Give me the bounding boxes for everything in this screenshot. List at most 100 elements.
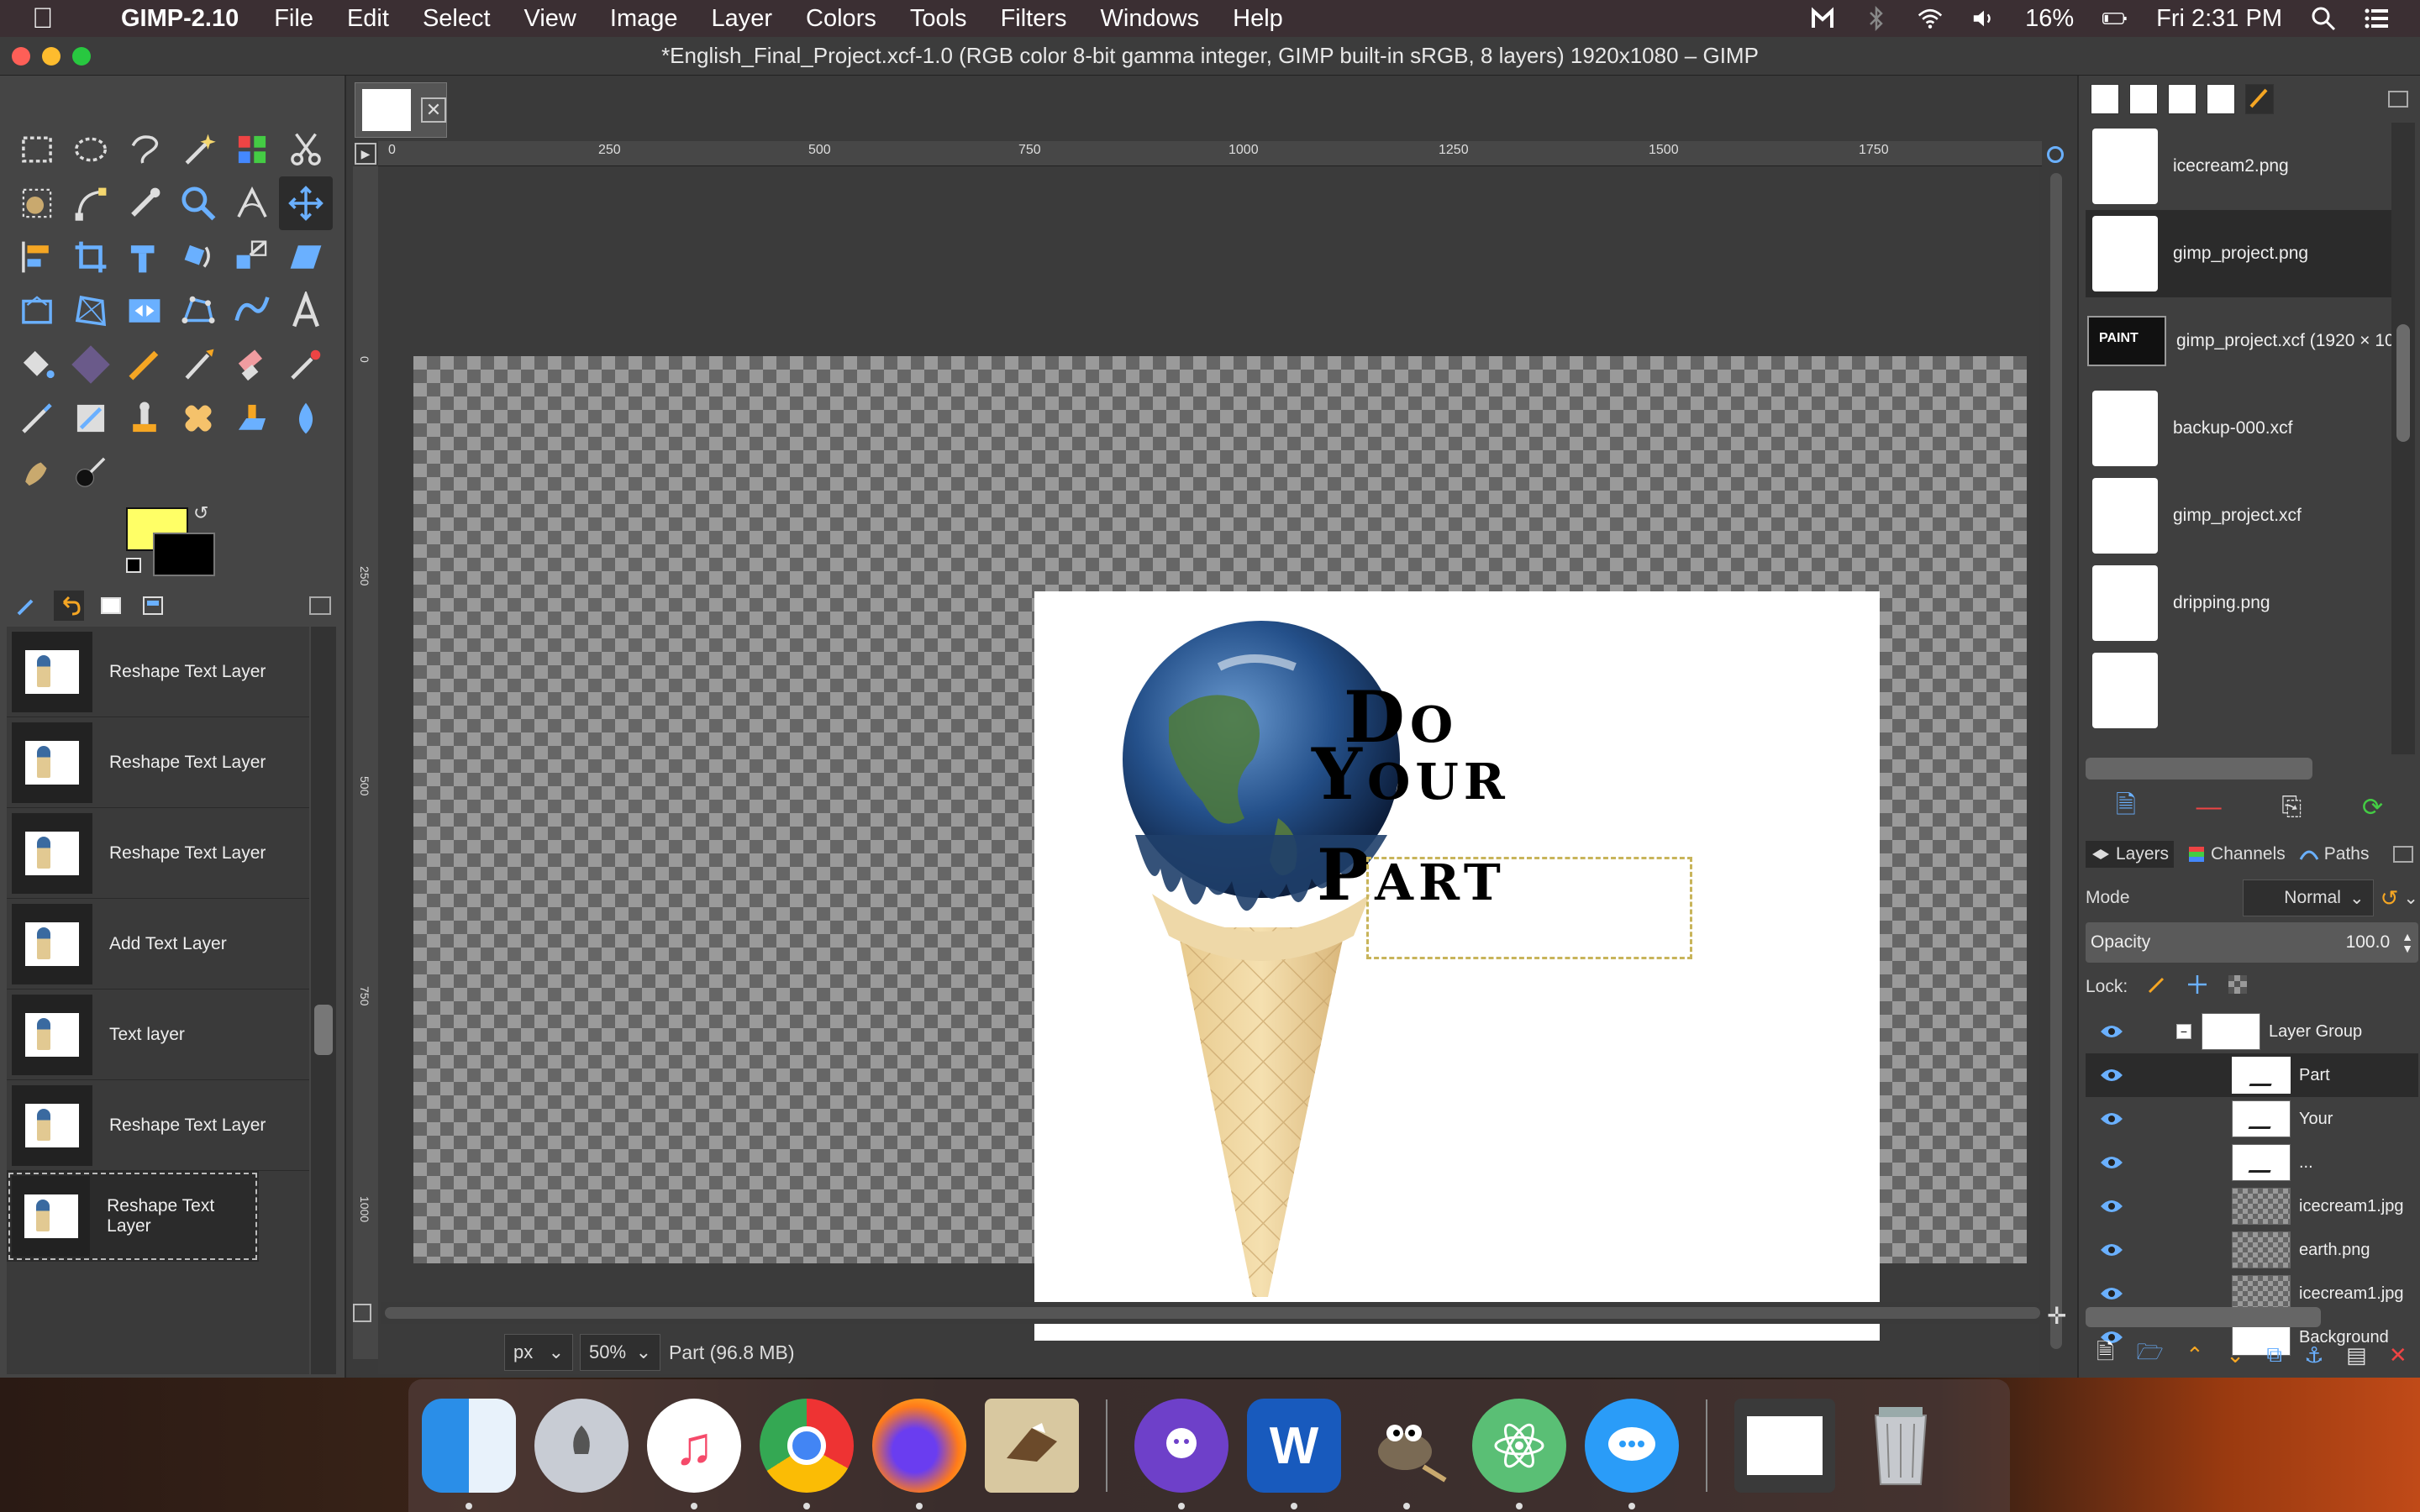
chevron-down-icon[interactable]: ⌄: [2403, 888, 2418, 909]
gradient-tool-icon[interactable]: [64, 338, 118, 391]
undo-list-scrollbar[interactable]: [311, 627, 336, 1374]
image-menu-icon[interactable]: ▶: [355, 143, 376, 165]
ellipse-select-tool-icon[interactable]: [64, 123, 118, 176]
spotlight-search-icon[interactable]: [2311, 6, 2336, 31]
menu-colors[interactable]: Colors: [806, 5, 876, 33]
airbrush-tool-icon[interactable]: [279, 338, 333, 391]
app-menu[interactable]: GIMP-2.10: [121, 5, 239, 33]
paths-tab[interactable]: Paths: [2299, 844, 2369, 864]
navigation-cross-icon[interactable]: ✛: [2047, 1302, 2066, 1330]
menu-edit[interactable]: Edit: [347, 5, 389, 33]
smudge-tool-icon[interactable]: [10, 445, 64, 499]
document-history-item[interactable]: gimp_project.xcf: [2086, 472, 2403, 559]
malwarebytes-icon[interactable]: [1810, 6, 1835, 31]
reset-colors-icon[interactable]: [126, 558, 141, 573]
select-by-color-tool-icon[interactable]: [225, 123, 279, 176]
perspective-clone-tool-icon[interactable]: [225, 391, 279, 445]
channels-tab[interactable]: Channels: [2187, 844, 2286, 864]
wifi-icon[interactable]: [1918, 6, 1943, 31]
github-desktop-icon[interactable]: [1134, 1399, 1228, 1509]
patterns-tab-icon[interactable]: [2129, 84, 2158, 114]
images-tab-icon[interactable]: [96, 591, 126, 621]
atom-icon[interactable]: [1472, 1399, 1566, 1509]
unified-transform-tool-icon[interactable]: [118, 230, 171, 284]
raise-layer-icon[interactable]: ⌃: [2186, 1342, 2204, 1368]
dock-menu-button[interactable]: [2388, 91, 2408, 108]
layers-hscrollbar[interactable]: [2086, 1307, 2321, 1327]
brushes-tab-icon[interactable]: [2091, 84, 2119, 114]
delete-layer-icon[interactable]: ✕: [2389, 1342, 2407, 1368]
bucket-fill-tool-icon[interactable]: [10, 338, 64, 391]
document-history-item[interactable]: gimp_project.xcf (1920 × 10: [2086, 297, 2403, 385]
pencil-tool-icon[interactable]: [118, 338, 171, 391]
eraser-tool-icon[interactable]: [225, 338, 279, 391]
menu-layer[interactable]: Layer: [712, 5, 773, 33]
dock-menu-button[interactable]: [2393, 846, 2413, 863]
undo-history-item[interactable]: Reshape Text Layer: [7, 1080, 309, 1171]
text-tool-icon[interactable]: [279, 284, 333, 338]
document-history-item[interactable]: gimp_project.png: [2086, 210, 2403, 297]
document-list-hscrollbar[interactable]: [2086, 758, 2312, 780]
undo-history-item[interactable]: Reshape Text Layer: [7, 808, 309, 899]
unit-select[interactable]: px ⌄: [504, 1334, 573, 1371]
dock-menu-button[interactable]: [309, 596, 331, 615]
clone-tool-icon[interactable]: [118, 391, 171, 445]
canvas-horizontal-scrollbar[interactable]: [381, 1302, 2042, 1324]
close-image-tab-icon[interactable]: ✕: [421, 97, 446, 123]
collapse-group-icon[interactable]: −: [2176, 1024, 2191, 1039]
spin-arrows-icon[interactable]: ▲ ▼: [2402, 931, 2413, 954]
menu-tools[interactable]: Tools: [910, 5, 967, 33]
visibility-eye-icon[interactable]: [2097, 1110, 2126, 1128]
visibility-eye-icon[interactable]: [2097, 1066, 2126, 1084]
document-history-item[interactable]: [2086, 647, 2403, 734]
foreground-select-tool-icon[interactable]: [10, 176, 64, 230]
mypaint-brush-tool-icon[interactable]: [64, 391, 118, 445]
visibility-eye-icon[interactable]: [2097, 1197, 2126, 1215]
navigate-icon[interactable]: [2047, 146, 2064, 163]
trash-icon[interactable]: [1854, 1399, 1948, 1493]
layer-mode-select[interactable]: Normal ⌄: [2242, 879, 2374, 916]
open-document-icon[interactable]: 🗎: [2116, 786, 2136, 829]
zoom-select[interactable]: 50% ⌄: [580, 1334, 660, 1371]
chrome-icon[interactable]: [760, 1399, 854, 1509]
menubar-clock[interactable]: Fri 2:31 PM: [2156, 5, 2282, 33]
paths-tool-icon[interactable]: [64, 176, 118, 230]
document-list-scrollbar[interactable]: [2391, 123, 2415, 754]
heal-tool-icon[interactable]: [171, 391, 225, 445]
gimp-icon[interactable]: [1360, 1399, 1454, 1509]
undo-history-item-current[interactable]: Reshape Text Layer: [7, 1171, 259, 1262]
rotate-tool-icon[interactable]: [171, 230, 225, 284]
visibility-eye-icon[interactable]: [2097, 1022, 2126, 1041]
launchpad-icon[interactable]: [534, 1399, 629, 1493]
layer-row[interactable]: earth.png: [2086, 1228, 2418, 1272]
remove-entry-icon[interactable]: —: [2196, 793, 2222, 822]
document-history-item[interactable]: icecream2.png: [2086, 123, 2403, 210]
reset-mode-icon[interactable]: ↺: [2381, 885, 2399, 911]
mail-icon[interactable]: [985, 1399, 1079, 1493]
merge-layer-icon[interactable]: ▤: [2346, 1342, 2367, 1368]
opacity-spinner[interactable]: Opacity 100.0 ▲ ▼: [2086, 922, 2418, 963]
paintbrush-tool-icon[interactable]: [171, 338, 225, 391]
canvas-vertical-scrollbar[interactable]: [2047, 173, 2065, 1374]
visibility-eye-icon[interactable]: [2097, 1284, 2126, 1303]
messages-icon[interactable]: [1585, 1399, 1679, 1509]
ink-tool-icon[interactable]: [10, 391, 64, 445]
document-history-tab-icon[interactable]: [2207, 84, 2235, 114]
blur-tool-icon[interactable]: [279, 391, 333, 445]
measure-tool-icon[interactable]: [225, 176, 279, 230]
dodge-burn-tool-icon[interactable]: [64, 445, 118, 499]
color-picker-tool-icon[interactable]: [118, 176, 171, 230]
lock-position-icon[interactable]: [2186, 974, 2208, 1000]
layer-row[interactable]: ...: [2086, 1141, 2418, 1184]
menu-file[interactable]: File: [274, 5, 313, 33]
new-layer-icon[interactable]: 🗎: [2096, 1336, 2114, 1373]
duplicate-layer-icon[interactable]: ⧉: [2266, 1341, 2282, 1368]
swap-colors-icon[interactable]: ↺: [193, 502, 208, 524]
layers-tab[interactable]: Layers: [2086, 841, 2175, 868]
scissors-select-tool-icon[interactable]: [279, 123, 333, 176]
active-text-layer-boundary[interactable]: [1366, 857, 1692, 959]
finder-icon[interactable]: [422, 1399, 516, 1509]
undo-history-tab-icon[interactable]: [54, 591, 84, 621]
lock-pixels-icon[interactable]: [2146, 974, 2168, 1000]
vertical-ruler[interactable]: 0 250 500 750 1000: [353, 166, 378, 1359]
